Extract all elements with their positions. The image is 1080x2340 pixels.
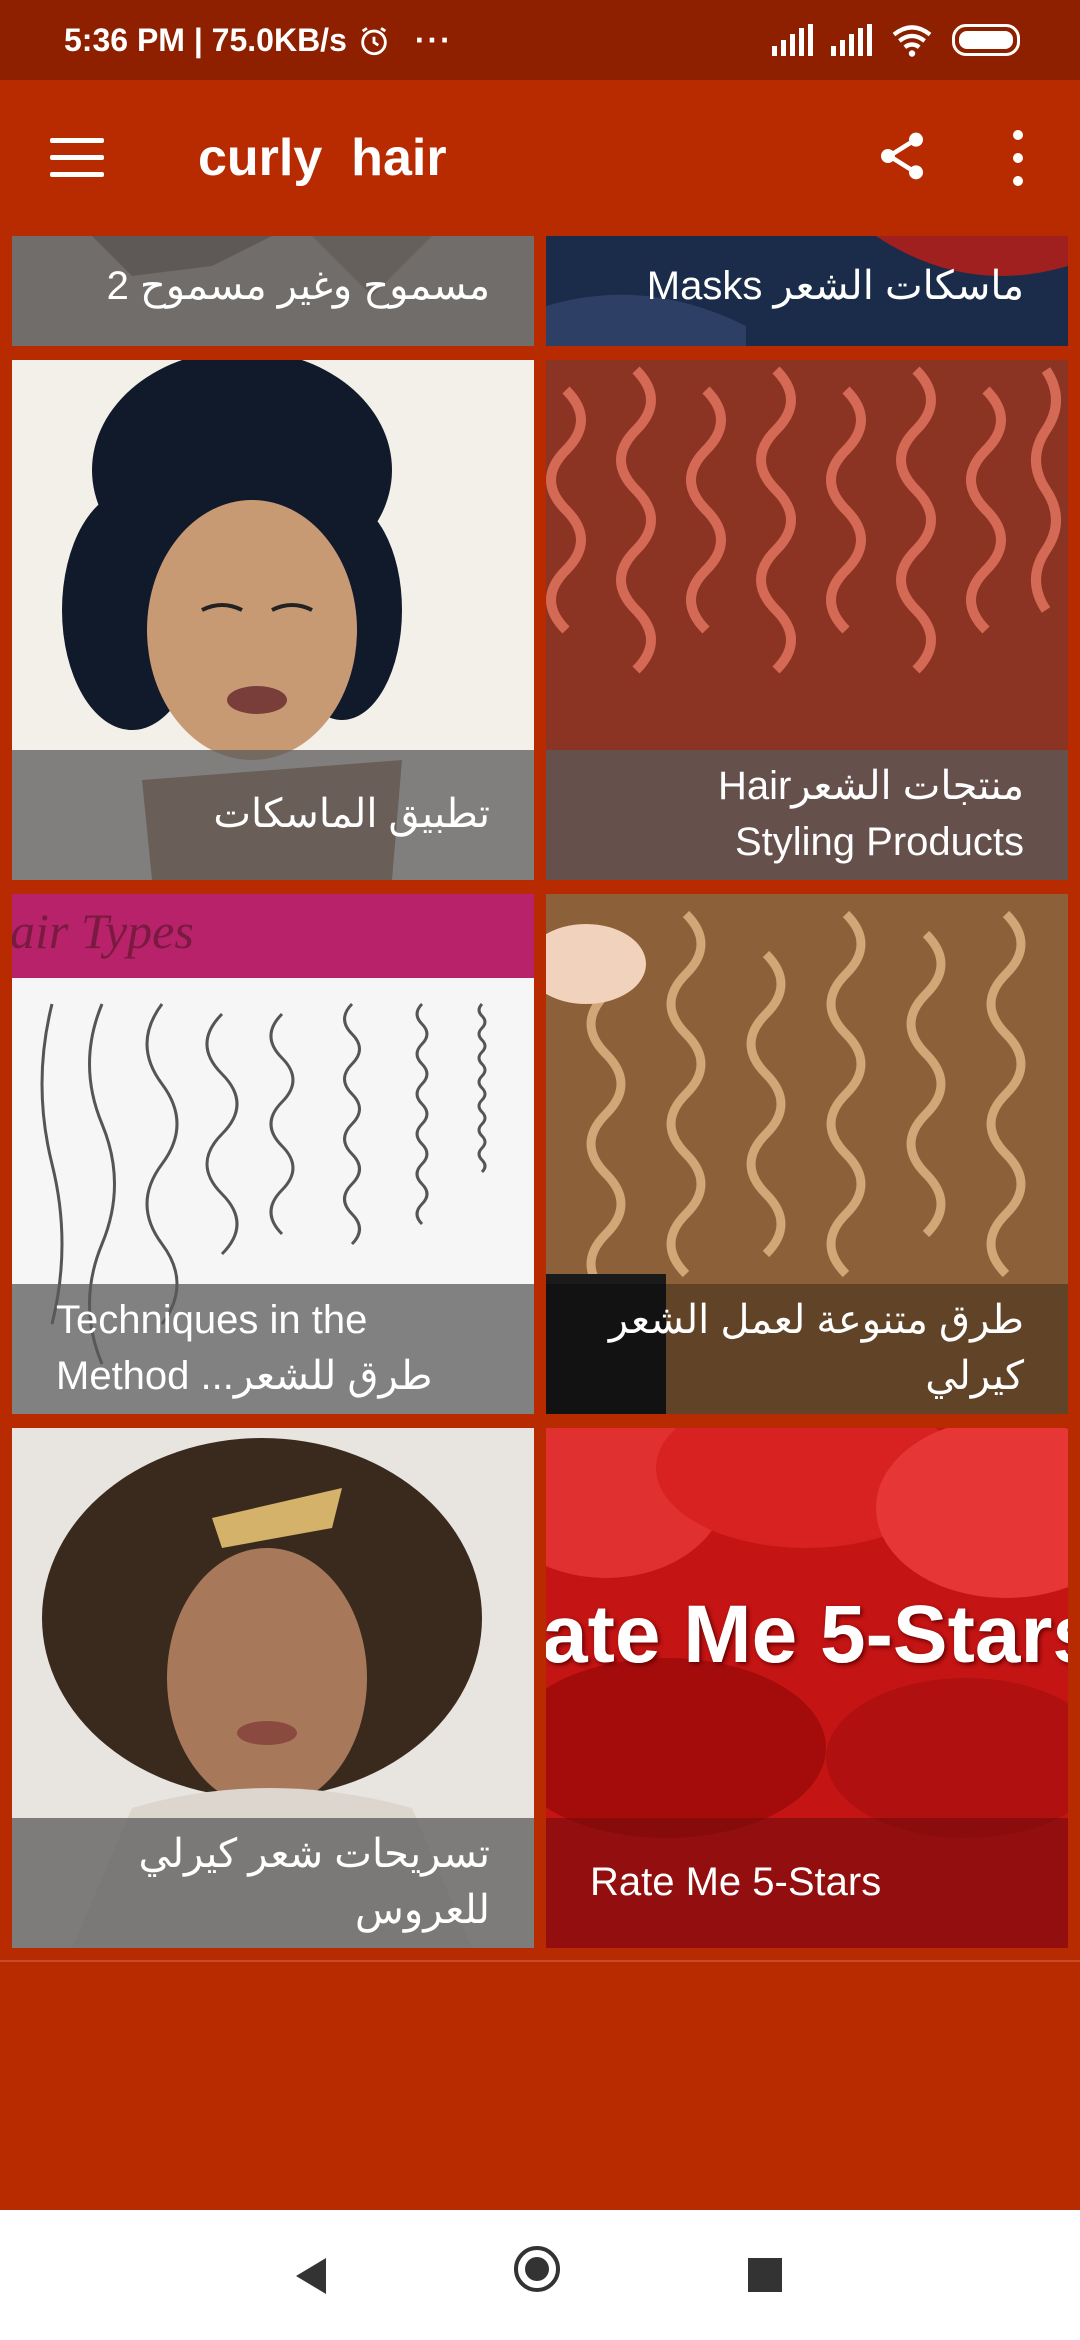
card-techniques-method[interactable]: air Types Techniques in the Method ...طر… (12, 894, 534, 1414)
home-icon[interactable] (514, 2246, 560, 2292)
status-time-speed: 5:36 PM | 75.0KB/s (64, 22, 347, 58)
cell-signal-2-icon (831, 24, 872, 56)
card-allowed-not-allowed[interactable]: مسموح وغير مسموح 2 (12, 236, 534, 346)
card-caption: تطبيق الماسكات (12, 750, 534, 880)
card-caption: منتجات الشعرHair Styling Products (546, 750, 1068, 880)
card-bridal-curly-styles[interactable]: تسريحات شعر كيرلي للعروس (12, 1428, 534, 1948)
card-caption: مسموح وغير مسموح 2 (12, 236, 534, 346)
card-rate-me[interactable]: ate Me 5-Stars Rate Me 5-Stars (546, 1428, 1068, 1948)
battery-icon (952, 24, 1020, 56)
status-bar: 5:36 PM | 75.0KB/s ··· (0, 0, 1080, 80)
card-caption: ماسكات الشعر Masks (646, 264, 1024, 308)
status-left: 5:36 PM | 75.0KB/s ··· (64, 22, 453, 59)
card-caption: Techniques in the Method ...طرق للشعر ال… (12, 1284, 534, 1414)
card-hair-styling-products[interactable]: منتجات الشعرHair Styling Products (546, 360, 1068, 880)
grid-divider (0, 1960, 1080, 1962)
cell-signal-icon (772, 24, 813, 56)
recent-apps-icon[interactable] (748, 2258, 782, 2292)
card-caption: تسريحات شعر كيرلي للعروس (12, 1818, 534, 1948)
status-more-indicator: ··· (414, 22, 453, 58)
menu-icon[interactable] (50, 138, 104, 177)
wifi-icon (892, 25, 932, 57)
card-hair-masks[interactable]: ماسكات الشعر Masks (546, 236, 1068, 346)
share-icon[interactable] (874, 128, 930, 184)
card-various-curly-methods[interactable]: طرق متنوعة لعمل الشعر كيرلي (546, 894, 1068, 1414)
alarm-clock-icon (361, 26, 387, 55)
card-grid: مسموح وغير مسموح 2 ماسكات الشعر Masks تط… (0, 236, 1080, 1962)
card-apply-masks[interactable]: تطبيق الماسكات (12, 360, 534, 880)
hair-types-banner-text: air Types (12, 903, 194, 959)
back-icon[interactable] (296, 2258, 326, 2294)
card-caption: طرق متنوعة لعمل الشعر كيرلي (546, 1284, 1068, 1414)
navigation-bar (0, 2210, 1080, 2340)
app-title: curly hair (198, 129, 447, 187)
app-bar: curly hair (0, 80, 1080, 236)
rate-banner-text: ate Me 5-Stars (546, 1589, 1068, 1680)
status-right (772, 22, 1020, 58)
card-caption: Rate Me 5-Stars (546, 1818, 1068, 1948)
more-options-icon[interactable] (1008, 130, 1028, 186)
